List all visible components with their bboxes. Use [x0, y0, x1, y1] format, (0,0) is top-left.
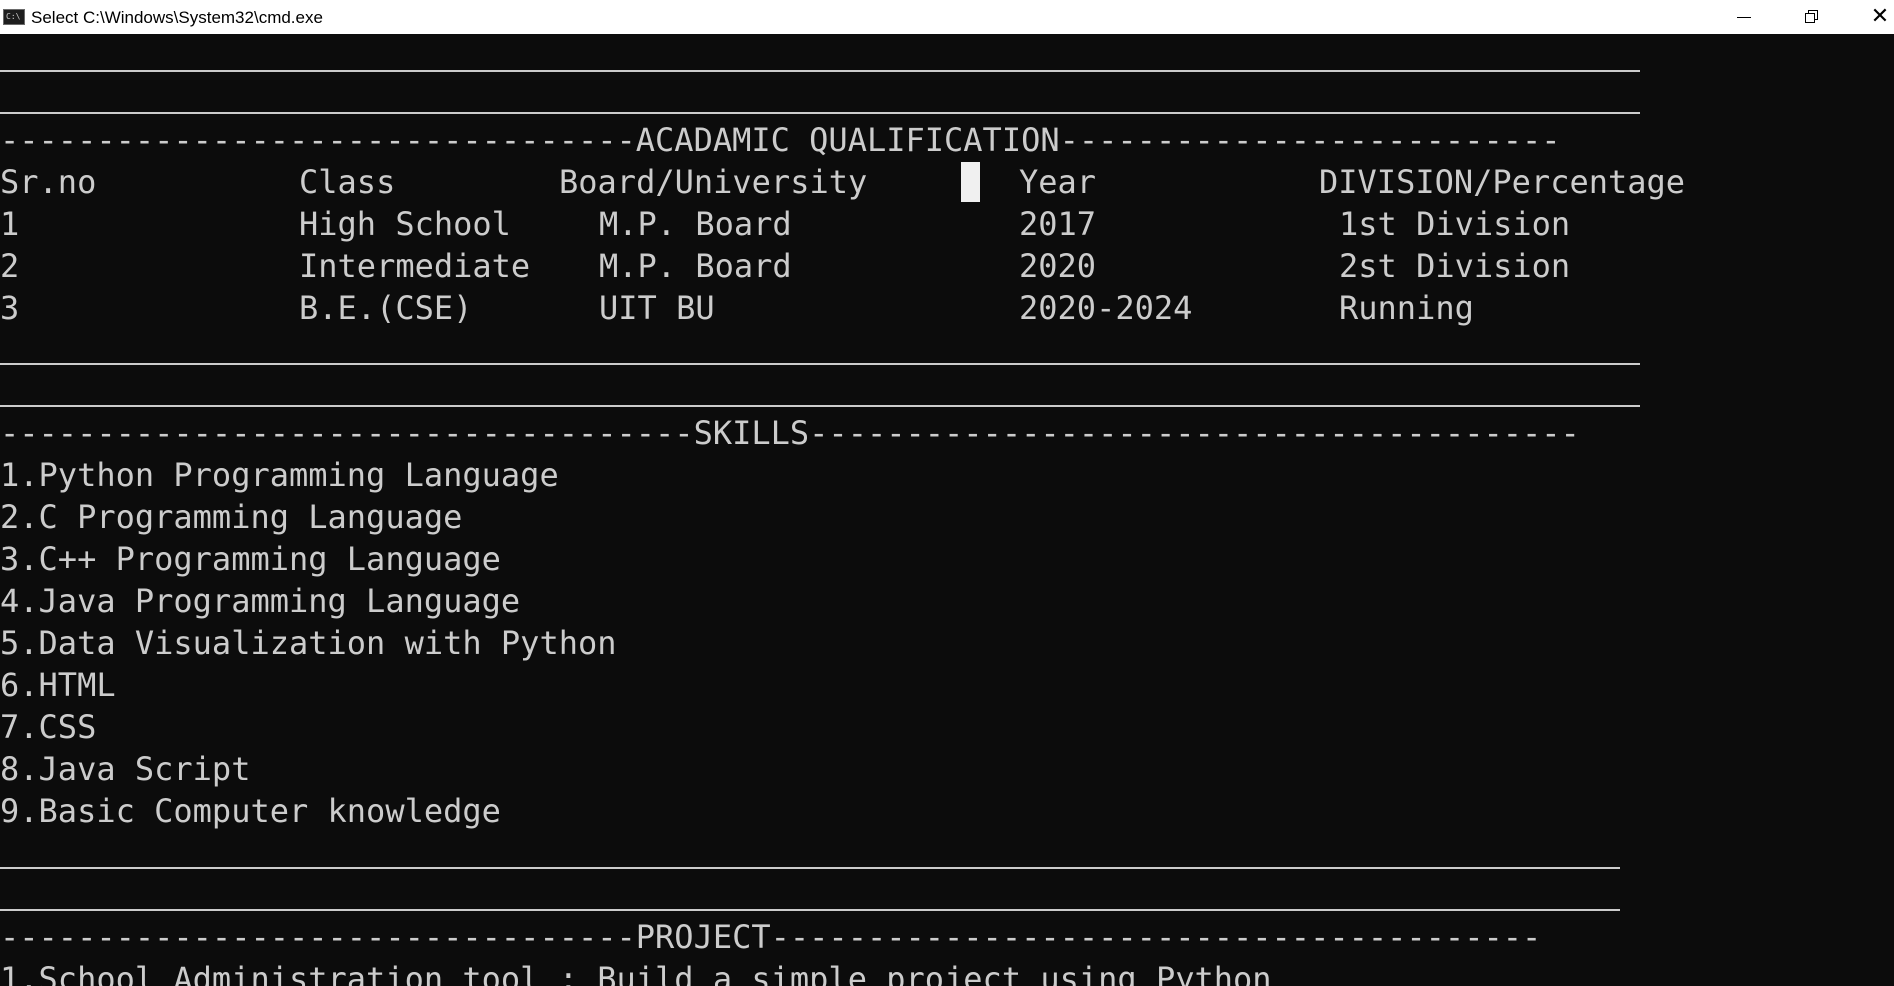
- close-button[interactable]: ✕: [1846, 0, 1894, 34]
- cell-class: Intermediate: [299, 247, 531, 285]
- column-header-class: Class: [299, 163, 396, 201]
- minimize-icon: [1737, 16, 1751, 18]
- list-item: 5.Data Visualization with Python: [0, 624, 617, 662]
- cell-year: 2020: [1019, 247, 1097, 285]
- cell-division: 1st Division: [1339, 205, 1571, 243]
- window-title: Select C:\Windows\System32\cmd.exe: [31, 8, 323, 27]
- list-item: 4.Java Programming Language: [0, 582, 521, 620]
- cell-srno: 1: [0, 205, 20, 243]
- cell-srno: 2: [0, 247, 20, 285]
- list-item: 3.C++ Programming Language: [0, 540, 501, 578]
- cell-board: UIT BU: [599, 289, 715, 327]
- text-cursor: [961, 162, 980, 202]
- console-app-icon[interactable]: C:\: [3, 9, 25, 25]
- separator-rule: [0, 909, 1620, 911]
- title-bar[interactable]: C:\ Select C:\Windows\System32\cmd.exe ✕: [0, 0, 1894, 34]
- cell-class: B.E.(CSE): [299, 289, 473, 327]
- minimize-button[interactable]: [1710, 0, 1778, 34]
- separator-rule: [0, 363, 1640, 365]
- cell-srno: 3: [0, 289, 20, 327]
- list-item: 8.Java Script: [0, 750, 251, 788]
- cell-class: High School: [299, 205, 511, 243]
- close-icon: ✕: [1870, 4, 1890, 29]
- list-item: 2.C Programming Language: [0, 498, 463, 536]
- separator-rule: [0, 112, 1640, 114]
- column-header-board: Board/University: [559, 163, 868, 201]
- restore-icon: [1805, 10, 1819, 24]
- section-heading-academic: ---------------------------------ACADAMI…: [0, 121, 1561, 159]
- separator-rule: [0, 70, 1640, 72]
- list-item: 7.CSS: [0, 708, 97, 746]
- cell-board: M.P. Board: [599, 247, 792, 285]
- list-item: 1.Python Programming Language: [0, 456, 559, 494]
- cell-year: 2020-2024: [1019, 289, 1193, 327]
- console-output[interactable]: ---------------------------------ACADAMI…: [0, 34, 1894, 986]
- list-item: 9.Basic Computer knowledge: [0, 792, 501, 830]
- column-header-srno: Sr.no: [0, 163, 97, 201]
- separator-rule: [0, 405, 1640, 407]
- cell-division: Running: [1339, 289, 1474, 327]
- column-header-year: Year: [1019, 163, 1097, 201]
- separator-rule: [0, 867, 1620, 869]
- cell-year: 2017: [1019, 205, 1097, 243]
- column-header-division: DIVISION/Percentage: [1319, 163, 1686, 201]
- cell-division: 2st Division: [1339, 247, 1571, 285]
- list-item: 6.HTML: [0, 666, 116, 704]
- section-heading-project: ---------------------------------PROJECT…: [0, 918, 1542, 956]
- section-heading-skills: ------------------------------------SKIL…: [0, 414, 1580, 452]
- list-item: 1.School Administration tool : Build a s…: [0, 960, 1272, 986]
- cell-board: M.P. Board: [599, 205, 792, 243]
- restore-button[interactable]: [1778, 0, 1846, 34]
- cmd-window: C:\ Select C:\Windows\System32\cmd.exe ✕…: [0, 0, 1894, 986]
